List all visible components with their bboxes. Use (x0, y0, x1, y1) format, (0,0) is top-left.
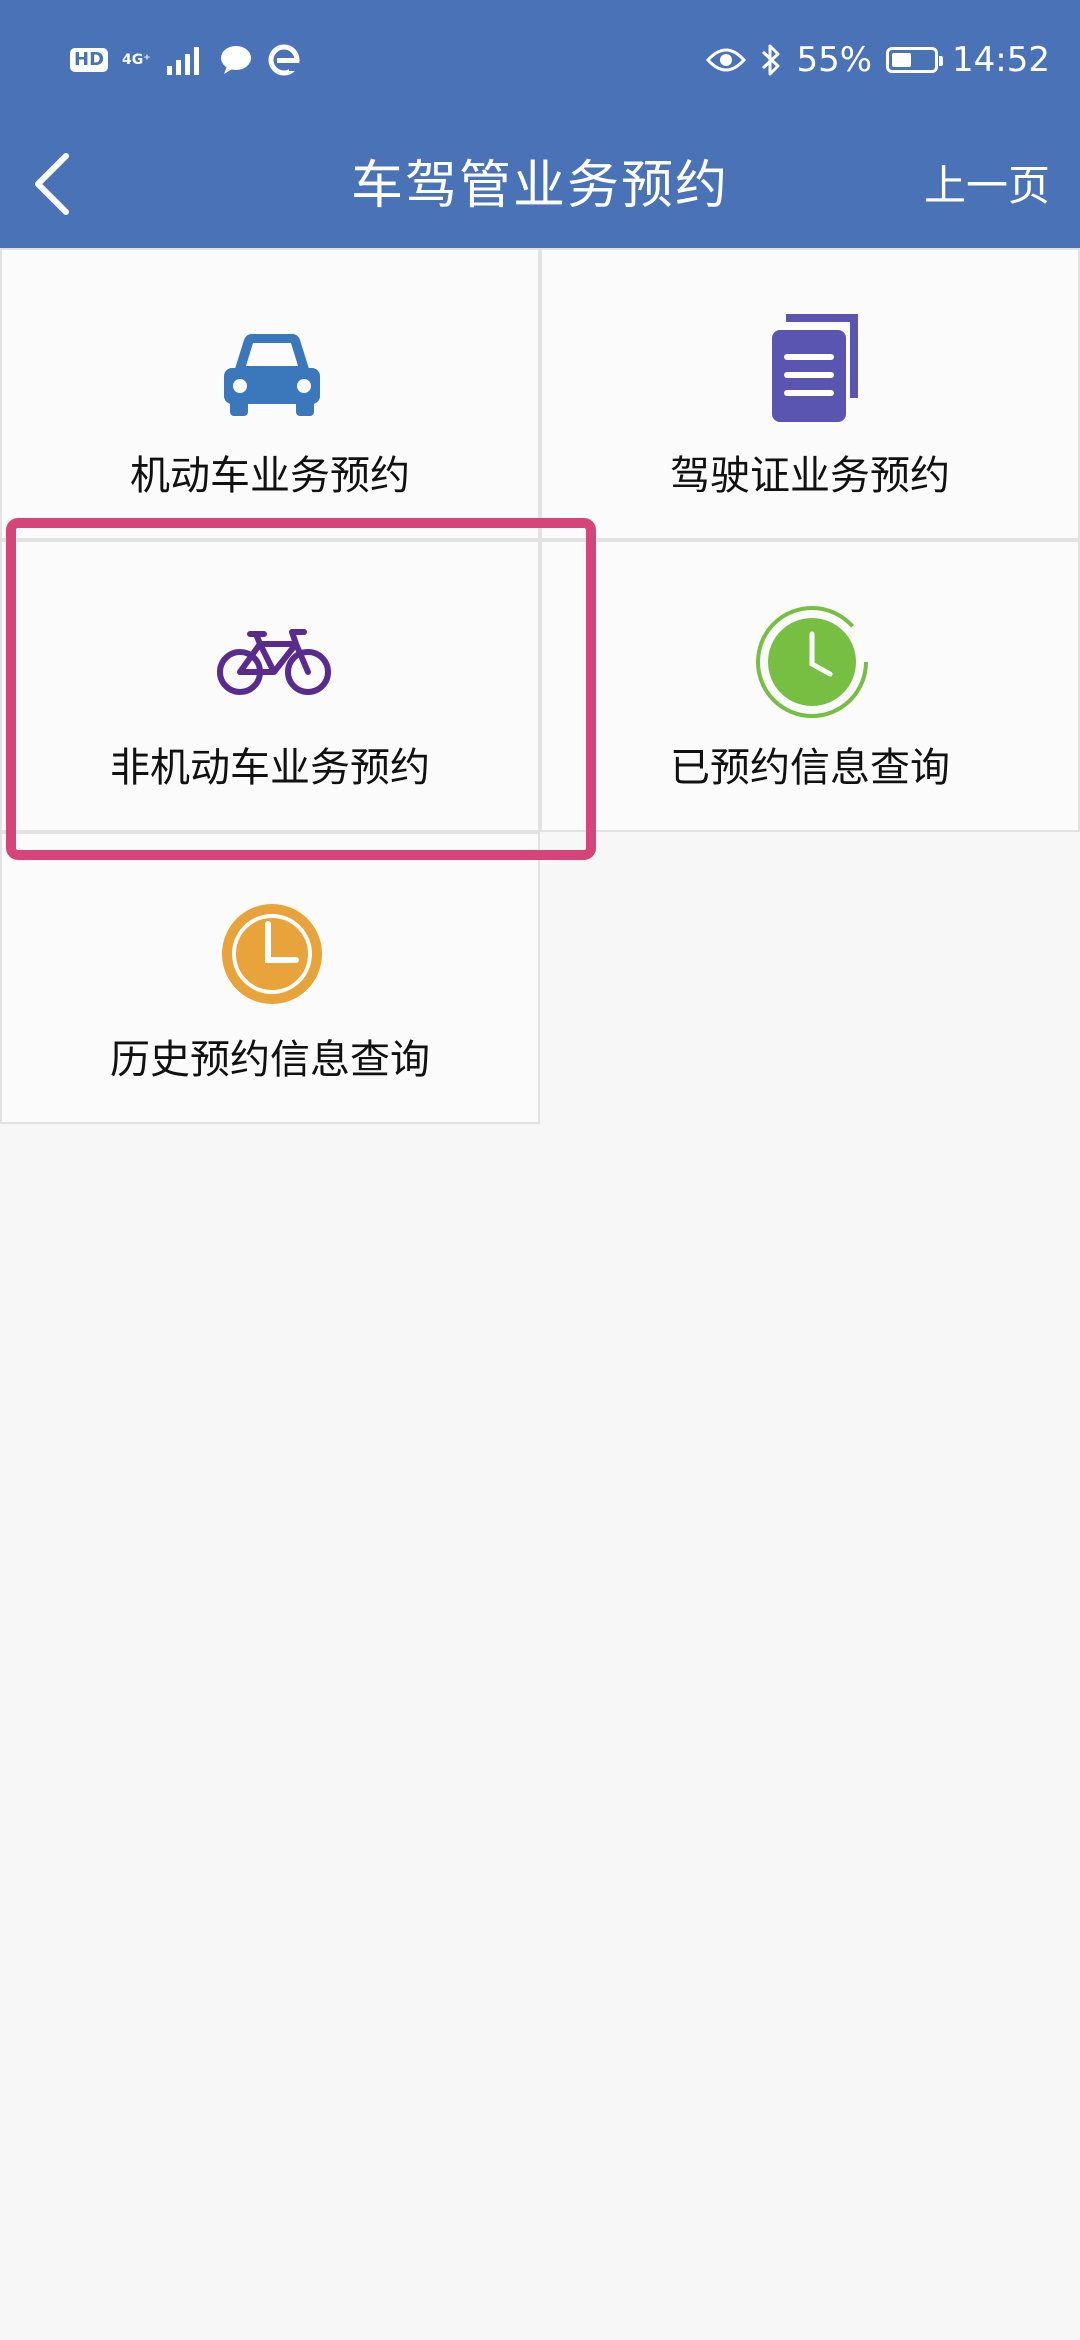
tile-label: 机动车业务预约 (130, 453, 410, 499)
chat-icon (220, 46, 251, 74)
bicycle-icon (217, 629, 331, 695)
tile-label: 历史预约信息查询 (110, 1037, 430, 1083)
bluetooth-icon (762, 44, 780, 76)
network-type: 4G⁺ (122, 52, 151, 68)
tile-label: 驾驶证业务预约 (670, 453, 950, 499)
status-left: HD 4G⁺ (70, 40, 301, 80)
document-icon (772, 314, 858, 422)
motor-vehicle-appointment-tile[interactable]: 机动车业务预约 (0, 248, 540, 540)
tile-label: 非机动车业务预约 (110, 745, 430, 791)
browser-icon (268, 44, 300, 76)
battery-percent: 55% (796, 40, 873, 80)
battery-icon (886, 47, 944, 73)
clock-icon (222, 904, 322, 1004)
battery-level (892, 53, 912, 67)
page-title: 车驾管业务预约 (350, 156, 729, 216)
tile-label: 已预约信息查询 (670, 745, 950, 791)
eye-icon (706, 48, 747, 72)
clock-icon (756, 606, 868, 718)
status-right: 55% 14:52 (706, 34, 1050, 86)
non-motor-vehicle-appointment-tile[interactable]: 非机动车业务预约 (0, 540, 540, 832)
clock-time: 14:52 (952, 40, 1050, 80)
booked-info-query-tile[interactable]: 已预约信息查询 (540, 540, 1080, 832)
car-icon (224, 334, 320, 416)
navigation-bar: 车驾管业务预约 上一页 (0, 130, 1080, 248)
hd-badge: HD (70, 48, 109, 72)
driver-license-appointment-tile[interactable]: 驾驶证业务预约 (540, 248, 1080, 540)
prev-page-button[interactable]: 上一页 (924, 154, 1050, 218)
status-bar: HD 4G⁺ 55% 14:52 (0, 0, 1080, 120)
history-info-query-tile[interactable]: 历史预约信息查询 (0, 832, 540, 1124)
signal-icon (166, 47, 199, 75)
header: HD 4G⁺ 55% 14:52 车驾管业务预约 上一页 (0, 0, 1080, 248)
